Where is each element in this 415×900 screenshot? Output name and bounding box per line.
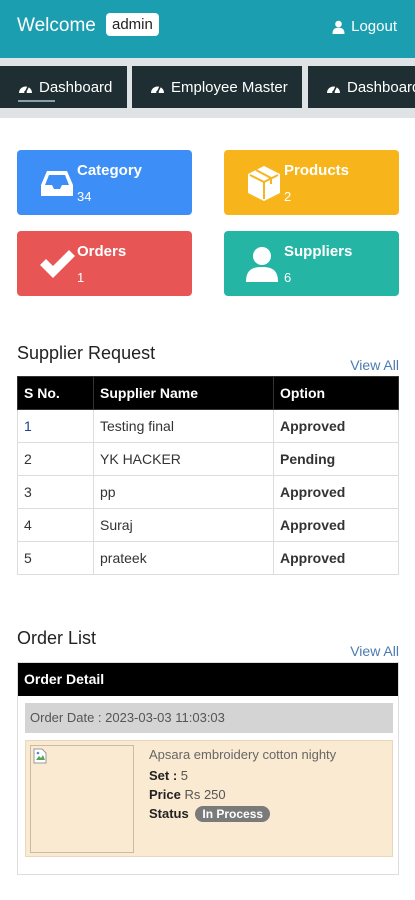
user-icon [332,20,345,34]
supplier-request-title: Supplier Request [17,343,156,363]
status-badge: In Process [195,806,271,822]
supplier-request-table: S No. Supplier Name Option 1 Testing fin… [17,376,399,575]
nav-tabs: Dashboard Employee Master Dashboard [0,58,415,118]
tab-dashboard[interactable]: Dashboard [0,66,127,108]
tab-employee-master[interactable]: Employee Master [132,66,302,108]
tab-label: Employee Master [171,78,288,96]
status-row: Status In Process [149,806,271,822]
card-count: 2 [284,189,292,204]
table-row[interactable]: 4 Suraj Approved [17,508,399,542]
check-icon [40,250,75,278]
user-icon [246,247,278,282]
card-title: Suppliers [284,243,353,260]
order-item-card[interactable]: Apsara embroidery cotton nighty Set : 5 … [25,740,393,857]
serial-number: 3 [17,475,94,509]
product-name: Apsara embroidery cotton nighty [149,747,337,762]
status-label: Status [149,806,189,821]
column-header: Option [273,376,399,410]
serial-number: 4 [17,508,94,542]
order-detail-panel: Order Detail Order Date : 2023-03-03 11:… [17,662,399,875]
order-view-all-link[interactable]: View All [350,643,399,659]
card-count: 1 [77,270,85,285]
price-value: Rs 250 [184,787,226,802]
user-badge: admin [106,13,159,36]
serial-number: 5 [17,541,94,575]
tab-label: Dashboard [347,78,415,96]
suppliers-card[interactable]: Suppliers 6 [224,231,399,296]
card-title: Category [77,162,143,179]
price-row: Price Rs 250 [149,787,226,802]
supplier-name: prateek [93,541,274,575]
order-date: Order Date : 2023-03-03 11:03:03 [25,703,393,733]
price-label: Price [149,787,181,802]
logout-label: Logout [351,18,397,35]
table-row[interactable]: 3 pp Approved [17,475,399,509]
box-icon [248,166,280,201]
card-title: Products [284,162,350,179]
active-tab-indicator [18,100,55,102]
supplier-view-all-link[interactable]: View All [350,357,399,373]
column-header: Supplier Name [93,376,274,410]
supplier-name: pp [93,475,274,509]
tab-dashboard-2[interactable]: Dashboard [308,66,415,108]
top-bar: Welcome admin Logout [0,0,415,58]
logout-button[interactable]: Logout [332,18,397,35]
status-approved[interactable]: Approved [273,508,399,542]
card-title: Orders [77,243,127,260]
serial-number: 1 [17,409,94,443]
welcome-text: Welcome [17,15,96,36]
tab-label: Dashboard [39,78,113,96]
status-pending[interactable]: Pending [273,442,399,476]
dashboard-icon [19,85,32,93]
orders-card[interactable]: Orders 1 [17,231,192,296]
order-list-title: Order List [17,628,97,648]
table-header-row: S No. Supplier Name Option [17,376,399,410]
supplier-name: YK HACKER [93,442,274,476]
set-value: 5 [180,768,189,783]
broken-image-icon [33,748,47,764]
status-approved[interactable]: Approved [273,541,399,575]
card-count: 6 [284,270,292,285]
supplier-name: Testing final [93,409,274,443]
table-row[interactable]: 5 prateek Approved [17,541,399,575]
status-approved[interactable]: Approved [273,409,399,443]
table-row[interactable]: 1 Testing final Approved [17,409,399,443]
serial-number: 2 [17,442,94,476]
set-label: Set : [149,768,178,783]
dashboard-icon [327,85,340,93]
set-row: Set : 5 [149,768,188,783]
table-row[interactable]: 2 YK HACKER Pending [17,442,399,476]
order-detail-header: Order Detail [18,663,398,696]
status-approved[interactable]: Approved [273,475,399,509]
category-card[interactable]: Category 34 [17,150,192,215]
card-count: 34 [77,189,92,204]
product-image [30,745,134,853]
column-header: S No. [17,376,94,410]
inbox-icon [41,171,73,196]
products-card[interactable]: Products 2 [224,150,399,215]
supplier-name: Suraj [93,508,274,542]
dashboard-icon [151,85,164,93]
